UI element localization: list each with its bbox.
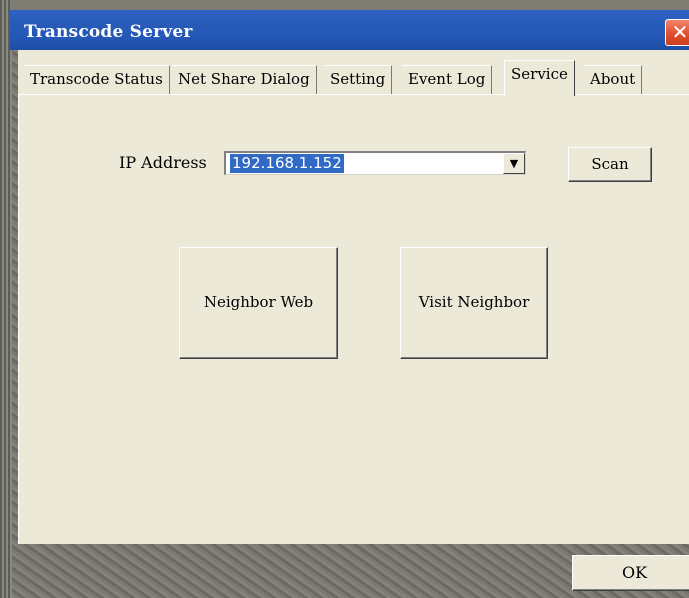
close-icon: ✕	[671, 20, 689, 44]
tab-event-log[interactable]: Event Log	[402, 65, 493, 94]
ip-address-select[interactable]: 192.168.1.152 ▼	[224, 151, 526, 175]
ip-address-label: IP Address	[119, 153, 207, 172]
chevron-down-icon: ▼	[509, 157, 519, 170]
window-title: Transcode Server	[24, 22, 193, 42]
service-panel: IP Address 192.168.1.152 ▼ Scan Neighbor…	[18, 94, 689, 544]
neighbor-web-button[interactable]: Neighbor Web	[179, 247, 338, 359]
window-frame-left	[0, 0, 12, 598]
tab-net-share-dialog[interactable]: Net Share Dialog	[172, 65, 317, 94]
ok-button[interactable]: OK	[572, 555, 689, 591]
close-button[interactable]: ✕	[665, 19, 689, 46]
tab-service[interactable]: Service	[504, 60, 575, 96]
ip-dropdown-button[interactable]: ▼	[503, 153, 525, 174]
tab-setting[interactable]: Setting	[324, 65, 393, 94]
visit-neighbor-button[interactable]: Visit Neighbor	[400, 247, 548, 359]
tab-strip: Transcode Status Net Share Dialog Settin…	[18, 50, 689, 96]
tab-transcode-status[interactable]: Transcode Status	[24, 65, 170, 94]
tab-about[interactable]: About	[584, 65, 643, 94]
scan-button[interactable]: Scan	[568, 147, 652, 182]
ip-address-value: 192.168.1.152	[230, 154, 344, 173]
transcode-server-window: Transcode Server ✕ Transcode Status Net …	[0, 0, 689, 598]
